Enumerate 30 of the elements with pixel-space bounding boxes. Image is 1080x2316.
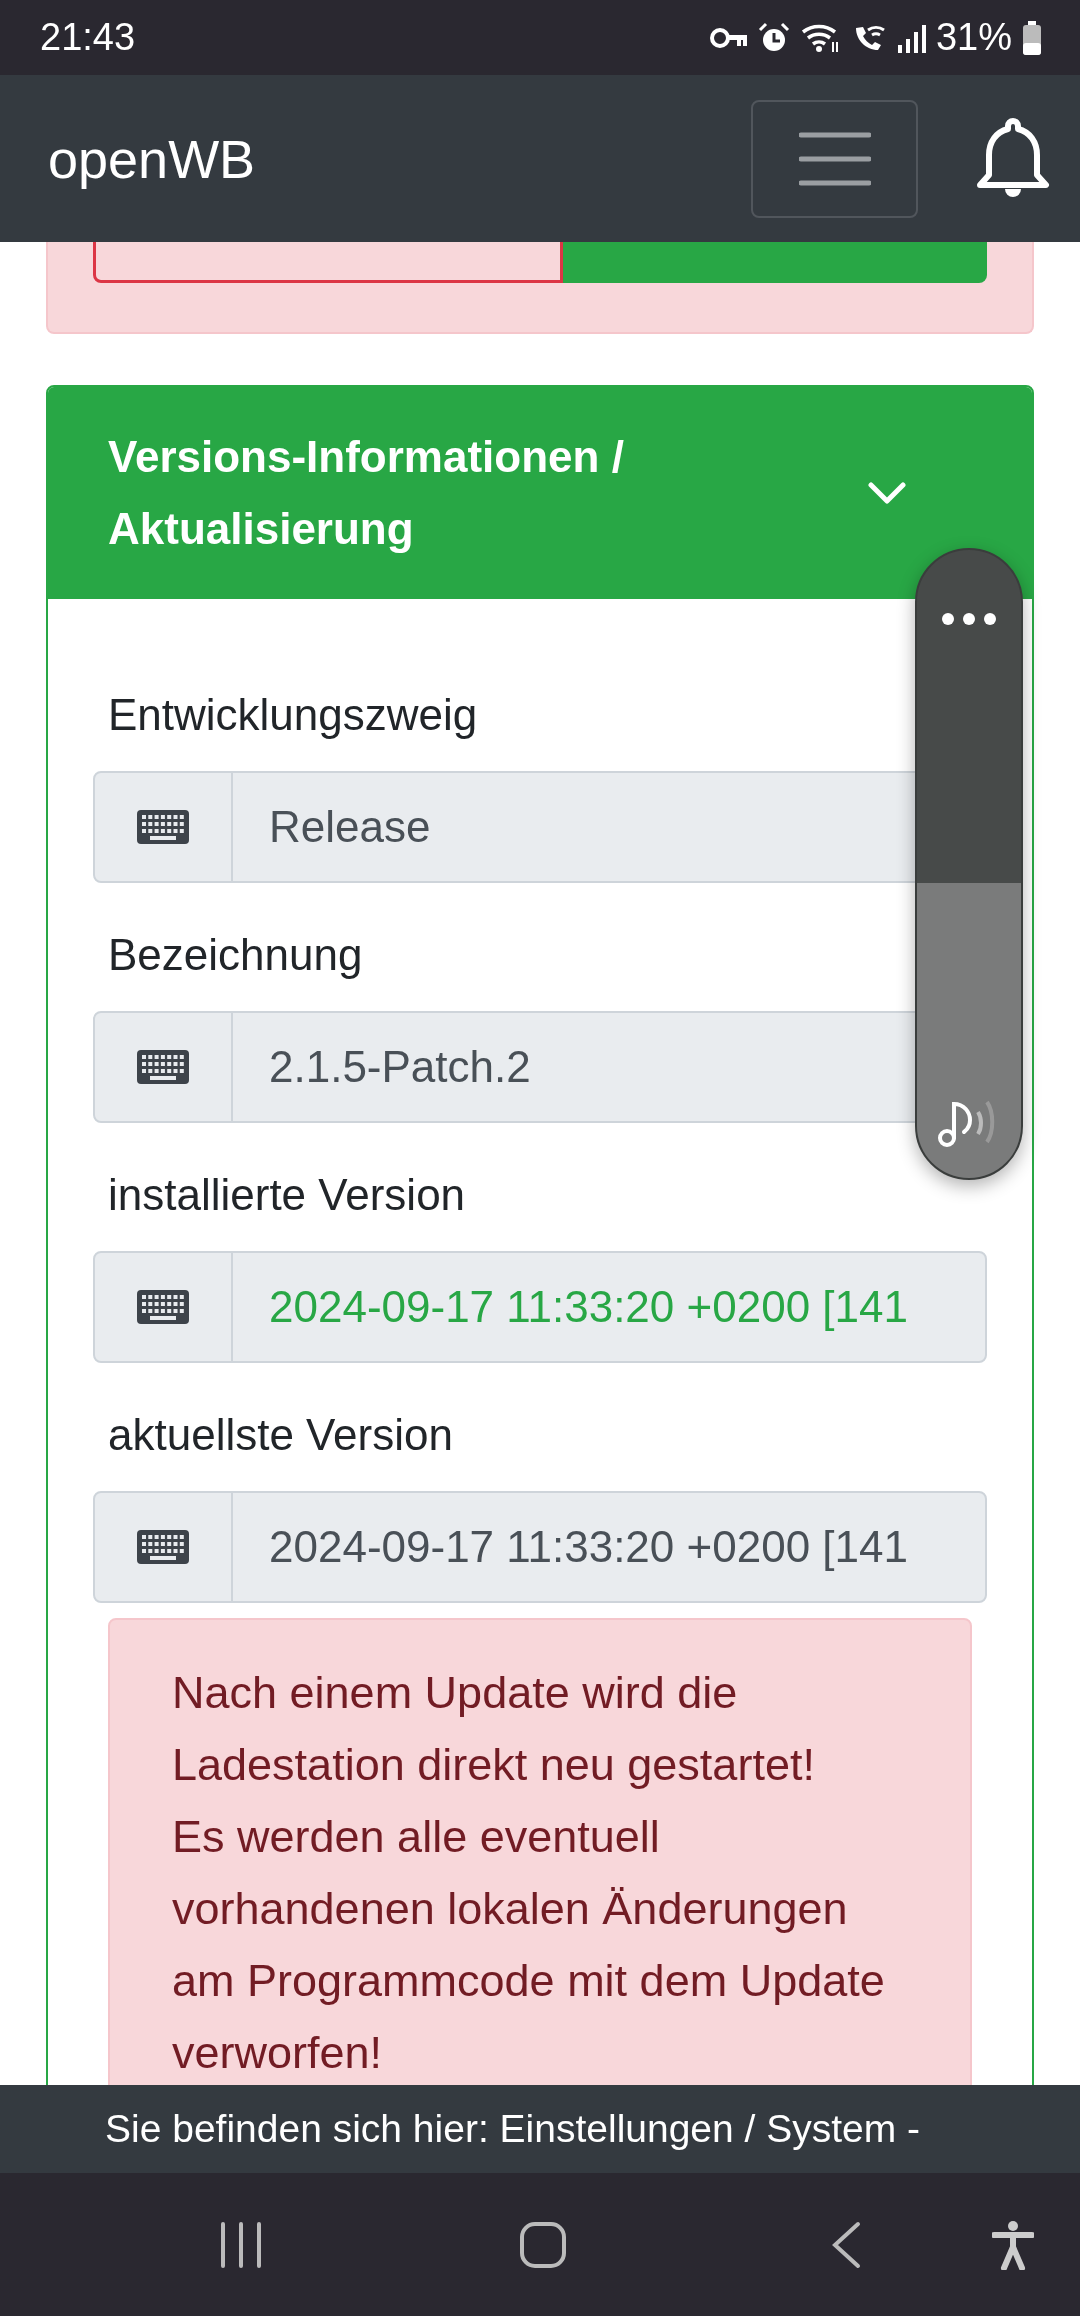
- battery-icon: [1022, 20, 1042, 55]
- input-field[interactable]: 2024-09-17 11:33:20 +0200 [141: [233, 1493, 985, 1601]
- card-title: Versions-Informationen / Aktualisierung: [108, 431, 625, 555]
- more-options-icon: [941, 612, 997, 626]
- input-field[interactable]: 2.1.5-Patch.2: [233, 1013, 985, 1121]
- key-icon: [709, 25, 748, 50]
- back-icon[interactable]: [831, 2220, 861, 2269]
- alarm-clock-icon: [757, 21, 790, 54]
- field-label: installierte Version: [107, 1169, 467, 1221]
- keyboard-icon: [136, 1289, 190, 1325]
- keyboard-icon: [136, 809, 190, 845]
- field-label: aktuellste Version: [107, 1409, 454, 1461]
- accessibility-icon[interactable]: [992, 2219, 1034, 2270]
- menu-icon: [798, 131, 871, 186]
- volume-slider-dialog[interactable]: [915, 548, 1023, 1180]
- input-field[interactable]: Release: [233, 773, 985, 881]
- alert-text: Nach einem Update wird die Ladestation direkt neu gestartet!: [172, 1666, 816, 1792]
- keyboard-icon: [136, 1049, 190, 1085]
- breadcrumb-text: Sie befinden sich hier: Einstellungen / System -: [105, 2107, 921, 2151]
- keyboard-icon: [136, 1529, 190, 1565]
- home-icon[interactable]: [519, 2220, 567, 2269]
- alert-text: Es werden alle eventuell vorhandenen lokalen Änderungen am Programmcode mit dem Update verworfen!: [172, 1810, 886, 2080]
- field-label: Bezeichnung: [107, 929, 364, 981]
- field-label: Entwicklungszweig: [107, 689, 479, 741]
- recent-apps-icon[interactable]: [219, 2221, 263, 2268]
- clock-time: 21:43: [40, 16, 136, 59]
- input-group[interactable]: 2024-09-17 11:33:20 +0200 [141: [93, 1491, 987, 1603]
- battery-percentage: 31%: [935, 16, 1012, 59]
- menu-button[interactable]: [751, 99, 918, 218]
- signal-icon: [895, 22, 926, 53]
